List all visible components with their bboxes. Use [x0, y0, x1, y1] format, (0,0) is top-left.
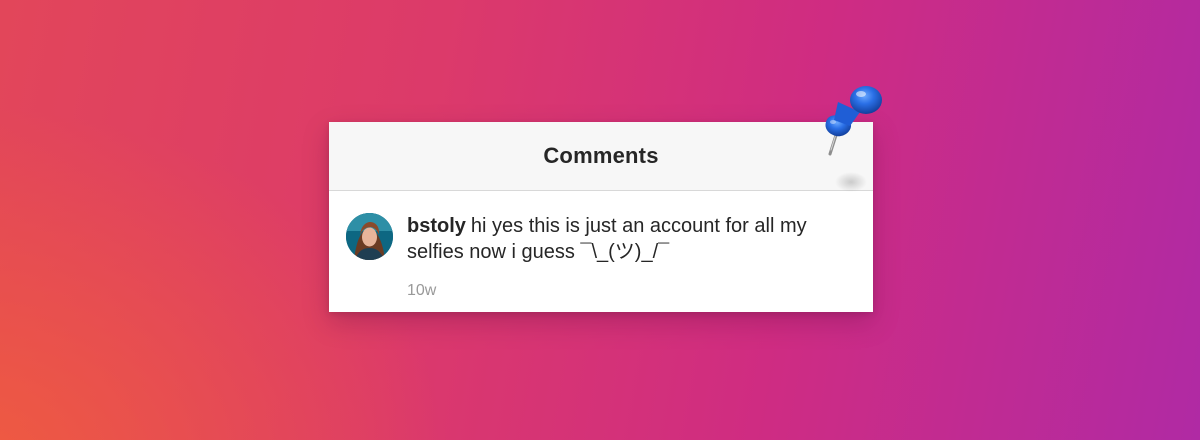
comment-timestamp: 10w [407, 282, 437, 299]
comments-panel: Comments bstoly hi yes this is just an ac… [329, 122, 873, 312]
comment-username[interactable]: bstoly [407, 215, 466, 237]
comment-body: hi yes this is just an account for all m… [407, 215, 807, 263]
comment-text: bstoly hi yes this is just an account for… [407, 213, 847, 265]
comment-item: bstoly hi yes this is just an account for… [329, 191, 873, 313]
page-title: Comments [543, 143, 659, 168]
comments-header: Comments [329, 122, 873, 191]
avatar[interactable] [346, 213, 393, 260]
gradient-background: Comments bstoly hi yes this is just an ac… [0, 0, 1200, 440]
pushpin-icon [825, 86, 882, 192]
avatar-photo-icon [346, 213, 393, 260]
